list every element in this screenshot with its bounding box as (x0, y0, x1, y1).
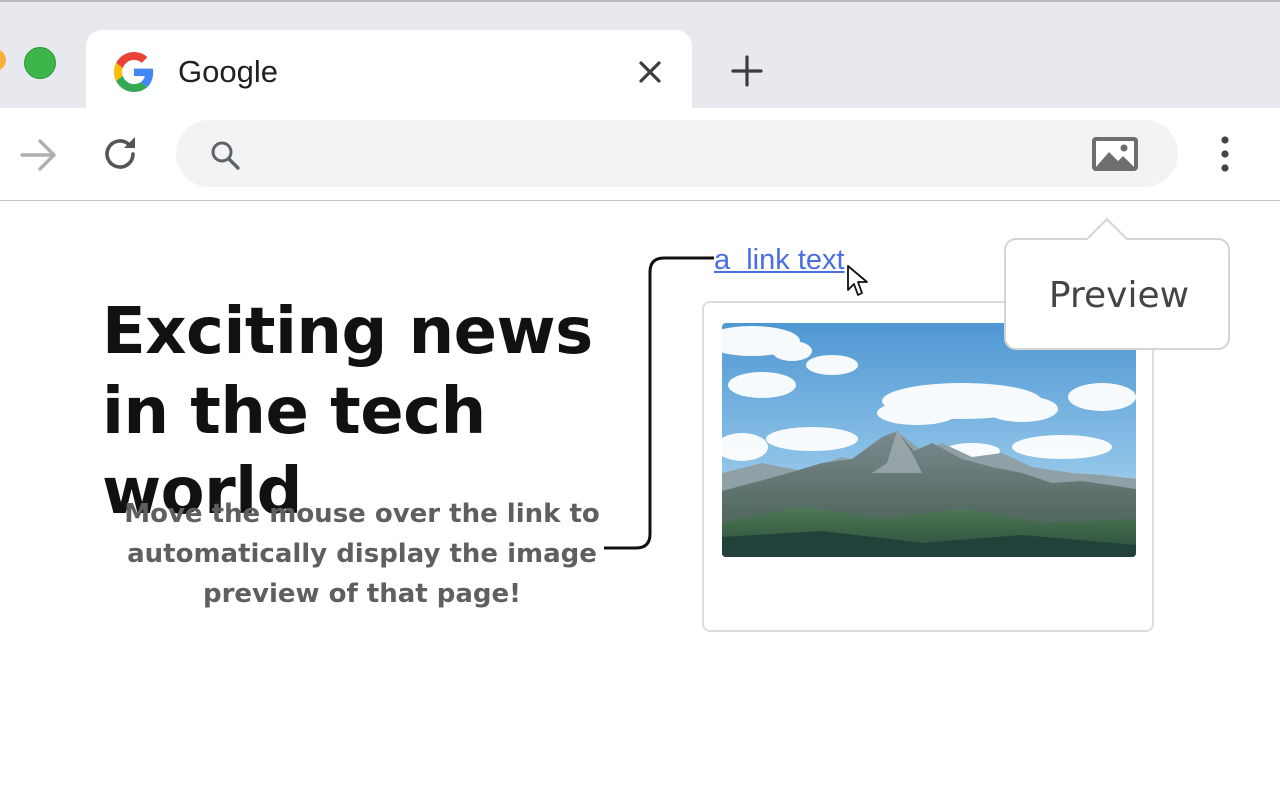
more-vertical-icon[interactable] (1208, 132, 1242, 176)
tab-strip: Google (0, 0, 1280, 112)
page-description: Move the mouse over the link to automati… (124, 499, 600, 609)
address-input[interactable] (260, 136, 1060, 172)
image-icon[interactable] (1090, 134, 1140, 174)
google-g-icon (114, 52, 154, 92)
plus-icon[interactable] (728, 52, 766, 90)
search-icon (211, 141, 240, 170)
maximize-window-button[interactable] (24, 47, 56, 79)
browser-tab-google[interactable]: Google (86, 30, 692, 112)
browser-toolbar (0, 108, 1280, 201)
minimize-window-button[interactable] (0, 49, 6, 71)
close-icon[interactable] (634, 56, 666, 88)
callout-label: Preview (1048, 275, 1190, 316)
reload-icon[interactable] (98, 132, 142, 176)
tab-title: Google (178, 54, 278, 89)
hover-link[interactable]: a link text (714, 242, 845, 278)
mountain-landscape-image (722, 323, 1136, 557)
mouse-cursor-icon (847, 265, 868, 296)
address-bar[interactable] (176, 120, 1178, 187)
preview-callout: Preview (1004, 238, 1230, 350)
link-preview-card (702, 301, 1154, 632)
arrow-right-icon[interactable] (18, 134, 60, 176)
